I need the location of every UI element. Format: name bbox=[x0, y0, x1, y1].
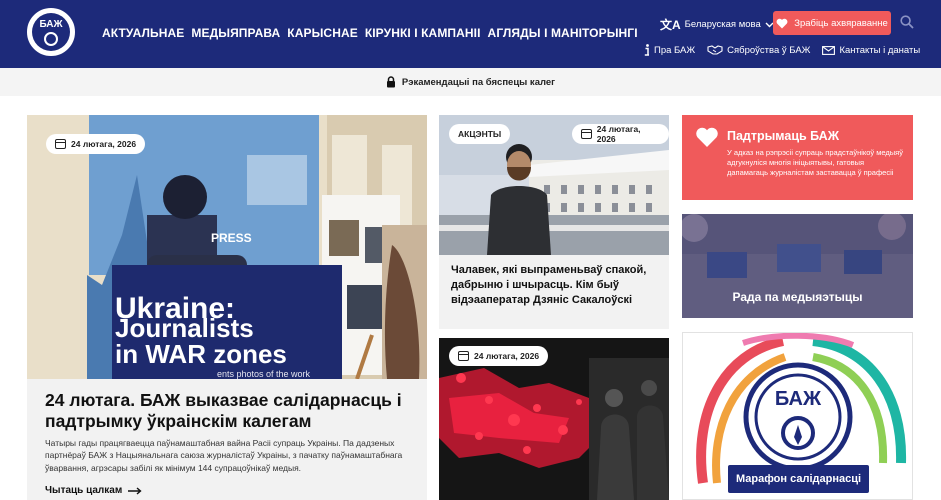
about-link[interactable]: Пра БАЖ bbox=[644, 44, 695, 56]
accent-article-card[interactable]: АКЦЭНТЫ 24 лютага, 2026 Чалавек, які вып… bbox=[439, 115, 669, 329]
hero-article-card[interactable]: PRESS Ukraine: Journalists in WAR zones … bbox=[27, 115, 427, 500]
map-article-card[interactable]: 24 лютага, 2026 bbox=[439, 338, 669, 500]
info-icon bbox=[644, 44, 649, 56]
site-logo[interactable]: БАЖ bbox=[27, 8, 75, 56]
language-selector[interactable]: 文A Беларуская мова bbox=[660, 16, 774, 33]
accent-tag[interactable]: АКЦЭНТЫ bbox=[449, 124, 511, 144]
contacts-link[interactable]: Кантакты і данаты bbox=[822, 44, 920, 56]
accent-title[interactable]: Чалавек, які выпраменьваў спакой, дабрын… bbox=[451, 263, 663, 308]
support-title: Падтрымаць БАЖ bbox=[727, 129, 840, 143]
donate-label: Зрабіць ахвяраванне bbox=[794, 17, 888, 29]
arrow-right-icon bbox=[128, 486, 142, 495]
calendar-icon bbox=[458, 351, 469, 361]
poster-line-3: in WAR zones bbox=[115, 339, 287, 369]
calendar-icon bbox=[581, 129, 592, 139]
heart-icon bbox=[696, 127, 718, 147]
accent-date: 24 лютага, 2026 bbox=[596, 124, 641, 144]
contacts-label: Кантакты і данаты bbox=[839, 44, 921, 56]
search-icon[interactable] bbox=[900, 15, 914, 29]
translate-icon: 文A bbox=[660, 18, 681, 32]
solidarity-marathon-banner[interactable]: БАЖ Марафон салідарнасці bbox=[682, 332, 913, 500]
nav-item-kirunki[interactable]: КІРУНКІ І КАМПАНІІ bbox=[365, 26, 481, 40]
marathon-logo-text: БАЖ bbox=[775, 388, 822, 410]
support-baj-card[interactable]: Падтрымаць БАЖ У адказ на рэпрэсіі супра… bbox=[682, 115, 913, 200]
read-more-link[interactable]: Чытаць цалкам bbox=[45, 485, 142, 496]
hero-date: 24 лютага, 2026 bbox=[71, 139, 137, 149]
hero-excerpt: Чатыры гады працягваецца паўнамаштабная … bbox=[45, 438, 403, 473]
main-nav: АКТУАЛЬНАЕ МЕДЫЯПРАВА КАРЫСНАЕ КІРУНКІ І… bbox=[102, 26, 645, 40]
pen-nib-icon bbox=[44, 32, 58, 46]
calendar-icon bbox=[55, 139, 66, 149]
logo-text: БАЖ bbox=[39, 19, 63, 30]
nav-item-karysnae[interactable]: КАРЫСНАЕ bbox=[287, 26, 358, 40]
membership-label: Сяброўства ў БАЖ bbox=[727, 44, 811, 56]
hero-title[interactable]: 24 лютага. БАЖ выказвае салідарнасць і п… bbox=[45, 390, 415, 432]
read-more-label: Чытаць цалкам bbox=[45, 485, 123, 496]
nav-item-medyaprava[interactable]: МЕДЫЯПРАВА bbox=[191, 26, 280, 40]
hero-date-badge: 24 лютага, 2026 bbox=[46, 134, 146, 154]
heart-icon bbox=[776, 18, 788, 28]
secondary-nav: Пра БАЖ Сяброўства ў БАЖ Кантакты і дана… bbox=[644, 44, 920, 56]
poster-subline: ents photos of the work bbox=[217, 369, 311, 379]
safety-recommendations-bar[interactable]: Рэкамендацыі па бяспецы калег bbox=[0, 68, 941, 96]
support-text: У адказ на рэпрэсіі супраць прадстаўніко… bbox=[727, 148, 903, 177]
membership-link[interactable]: Сяброўства ў БАЖ bbox=[707, 44, 810, 56]
marathon-label: Марафон салідарнасці bbox=[728, 465, 869, 493]
nav-item-aglyady[interactable]: АГЛЯДЫ І МАНІТОРЫНГІ bbox=[488, 26, 638, 40]
map-date: 24 лютага, 2026 bbox=[474, 351, 540, 361]
nav-item-aktualnae[interactable]: АКТУАЛЬНАЕ bbox=[102, 26, 184, 40]
handshake-icon bbox=[707, 45, 723, 55]
about-label: Пра БАЖ bbox=[654, 44, 696, 56]
council-label: Рада па медыяэтыцы bbox=[732, 290, 863, 304]
press-text: PRESS bbox=[211, 231, 252, 245]
media-ethics-council-banner[interactable]: Рада па медыяэтыцы bbox=[682, 214, 913, 318]
language-label: Беларуская мова bbox=[684, 19, 761, 30]
map-date-badge: 24 лютага, 2026 bbox=[449, 346, 549, 366]
site-header: БАЖ АКТУАЛЬНАЕ МЕДЫЯПРАВА КАРЫСНАЕ КІРУН… bbox=[0, 0, 941, 68]
accent-date-badge: 24 лютага, 2026 bbox=[572, 124, 669, 144]
hero-image: PRESS Ukraine: Journalists in WAR zones … bbox=[27, 115, 427, 379]
donate-button[interactable]: Зрабіць ахвяраванне bbox=[773, 11, 891, 35]
lock-icon bbox=[386, 76, 395, 88]
mail-icon bbox=[822, 45, 836, 55]
safety-text: Рэкамендацыі па бяспецы калег bbox=[401, 76, 556, 88]
